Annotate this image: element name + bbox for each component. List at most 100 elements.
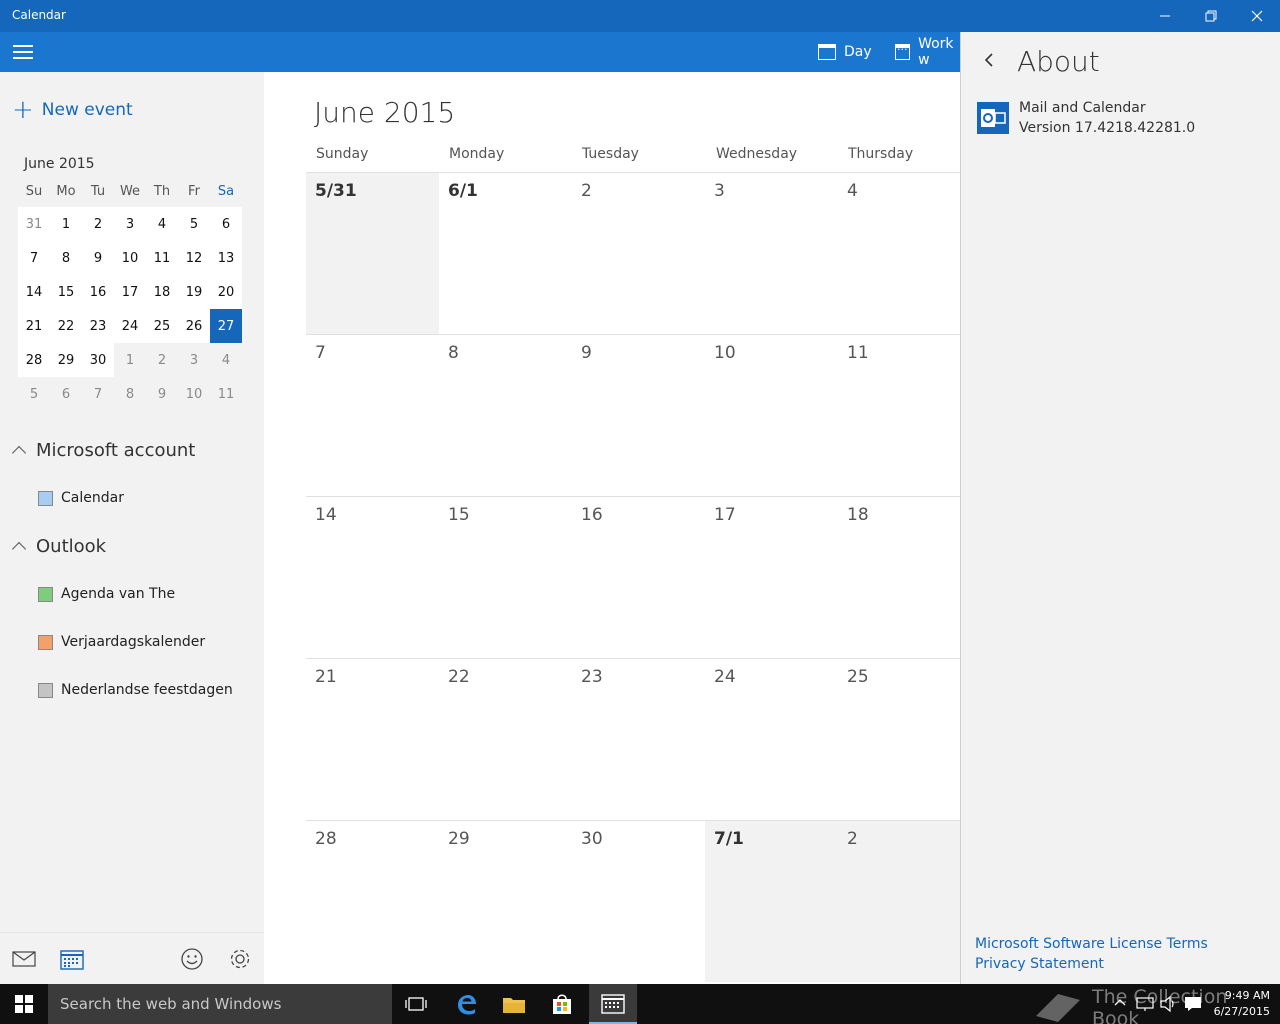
calendar-color-swatch[interactable] — [38, 490, 53, 506]
mini-calendar-day[interactable]: 5 — [18, 377, 50, 411]
back-button[interactable] — [983, 52, 995, 73]
day-cell[interactable]: 23 — [572, 659, 705, 820]
day-cell[interactable]: 4 — [838, 173, 960, 334]
mini-calendar-day[interactable]: 9 — [146, 377, 178, 411]
mini-calendar-day[interactable]: 10 — [178, 377, 210, 411]
day-cell[interactable]: 15 — [439, 497, 572, 658]
day-cell[interactable]: 29 — [439, 821, 572, 982]
mini-calendar-day[interactable]: 9 — [82, 241, 114, 275]
mini-calendar-day[interactable]: 7 — [82, 377, 114, 411]
task-view-button[interactable] — [392, 984, 440, 1024]
day-cell[interactable]: 25 — [838, 659, 960, 820]
hamburger-menu-button[interactable] — [8, 36, 38, 68]
mini-calendar-day[interactable]: 30 — [82, 343, 114, 377]
mini-calendar-day[interactable]: 15 — [50, 275, 82, 309]
account-group-outlook[interactable]: Outlook — [11, 536, 106, 557]
mini-calendar-day[interactable]: 11 — [210, 377, 242, 411]
day-cell[interactable]: 8 — [439, 335, 572, 496]
day-cell[interactable]: 6/1 — [439, 173, 572, 334]
mini-calendar-day[interactable]: 27 — [210, 309, 242, 343]
privacy-statement-link[interactable]: Privacy Statement — [975, 956, 1104, 972]
mini-calendar-day[interactable]: 5 — [178, 207, 210, 241]
mini-calendar-day[interactable]: 16 — [82, 275, 114, 309]
mini-calendar-day[interactable]: 31 — [18, 207, 50, 241]
close-button[interactable] — [1234, 0, 1280, 32]
minimize-button[interactable] — [1142, 0, 1188, 32]
calendar-item[interactable]: Verjaardagskalender — [38, 634, 205, 650]
mini-calendar-day[interactable]: 10 — [114, 241, 146, 275]
day-cell[interactable]: 5/31 — [306, 173, 439, 334]
calendar-color-swatch[interactable] — [38, 682, 53, 698]
mini-calendar-day[interactable]: 2 — [146, 343, 178, 377]
mini-calendar-day[interactable]: 1 — [50, 207, 82, 241]
mini-calendar-day[interactable]: 13 — [210, 241, 242, 275]
day-cell[interactable]: 11 — [838, 335, 960, 496]
start-button[interactable] — [0, 984, 48, 1024]
mini-calendar-day[interactable]: 4 — [210, 343, 242, 377]
file-explorer-button[interactable] — [490, 984, 538, 1024]
day-cell[interactable]: 2 — [838, 821, 960, 982]
mini-calendar-day[interactable]: 4 — [146, 207, 178, 241]
day-cell[interactable]: 9 — [572, 335, 705, 496]
new-event-button[interactable]: + New event — [12, 97, 133, 123]
mini-calendar-day[interactable]: 26 — [178, 309, 210, 343]
account-group-microsoft[interactable]: Microsoft account — [11, 440, 195, 461]
feedback-button[interactable] — [179, 947, 205, 971]
day-cell[interactable]: 7/1 — [705, 821, 838, 982]
day-cell[interactable]: 7 — [306, 335, 439, 496]
taskbar-search-box[interactable]: Search the web and Windows — [48, 984, 392, 1024]
day-cell[interactable]: 21 — [306, 659, 439, 820]
calendar-item[interactable]: Nederlandse feestdagen — [38, 682, 233, 698]
mini-calendar-day[interactable]: 25 — [146, 309, 178, 343]
mini-calendar-day[interactable]: 23 — [82, 309, 114, 343]
mini-calendar-day[interactable]: 20 — [210, 275, 242, 309]
day-cell[interactable]: 30 — [572, 821, 705, 982]
calendar-color-swatch[interactable] — [38, 634, 53, 650]
day-cell[interactable]: 16 — [572, 497, 705, 658]
mini-calendar-day[interactable]: 3 — [114, 207, 146, 241]
day-cell[interactable]: 3 — [705, 173, 838, 334]
edge-browser-button[interactable] — [442, 984, 490, 1024]
mini-calendar-day[interactable]: 3 — [178, 343, 210, 377]
mini-calendar-day[interactable]: 17 — [114, 275, 146, 309]
workweek-view-button[interactable]: Work w — [895, 32, 960, 72]
mini-calendar-day[interactable]: 11 — [146, 241, 178, 275]
calendar-color-swatch[interactable] — [38, 586, 53, 602]
taskbar-clock[interactable]: 9:49 AM 6/27/2015 — [1214, 988, 1270, 1020]
mini-calendar-day[interactable]: 18 — [146, 275, 178, 309]
mini-calendar-day[interactable]: 8 — [114, 377, 146, 411]
network-button[interactable] — [1136, 996, 1154, 1015]
mini-calendar-day[interactable]: 24 — [114, 309, 146, 343]
calendar-item[interactable]: Calendar — [38, 490, 124, 506]
mini-calendar-day[interactable]: 12 — [178, 241, 210, 275]
mini-calendar-day[interactable]: 7 — [18, 241, 50, 275]
mini-calendar-day[interactable]: 22 — [50, 309, 82, 343]
mini-calendar-day[interactable]: 19 — [178, 275, 210, 309]
day-view-button[interactable]: Day — [818, 32, 872, 72]
action-center-button[interactable] — [1184, 996, 1202, 1015]
restore-button[interactable] — [1188, 0, 1234, 32]
mini-calendar-month[interactable]: June 2015 — [24, 156, 95, 172]
day-cell[interactable]: 14 — [306, 497, 439, 658]
mini-calendar-day[interactable]: 14 — [18, 275, 50, 309]
day-cell[interactable]: 18 — [838, 497, 960, 658]
mini-calendar-day[interactable]: 28 — [18, 343, 50, 377]
mini-calendar-day[interactable]: 21 — [18, 309, 50, 343]
mini-calendar-day[interactable]: 6 — [210, 207, 242, 241]
store-button[interactable] — [538, 984, 586, 1024]
volume-button[interactable] — [1160, 995, 1178, 1015]
day-cell[interactable]: 2 — [572, 173, 705, 334]
mail-button[interactable] — [11, 947, 37, 971]
day-cell[interactable]: 28 — [306, 821, 439, 982]
mini-calendar-day[interactable]: 1 — [114, 343, 146, 377]
calendar-taskbar-button[interactable] — [589, 984, 637, 1024]
day-cell[interactable]: 24 — [705, 659, 838, 820]
mini-calendar-day[interactable]: 6 — [50, 377, 82, 411]
show-hidden-icons-button[interactable] — [1114, 996, 1126, 1010]
day-cell[interactable]: 22 — [439, 659, 572, 820]
calendar-item[interactable]: Agenda van The — [38, 586, 175, 602]
settings-button[interactable] — [227, 947, 253, 971]
calendar-button[interactable] — [59, 947, 85, 971]
mini-calendar-day[interactable]: 2 — [82, 207, 114, 241]
day-cell[interactable]: 17 — [705, 497, 838, 658]
